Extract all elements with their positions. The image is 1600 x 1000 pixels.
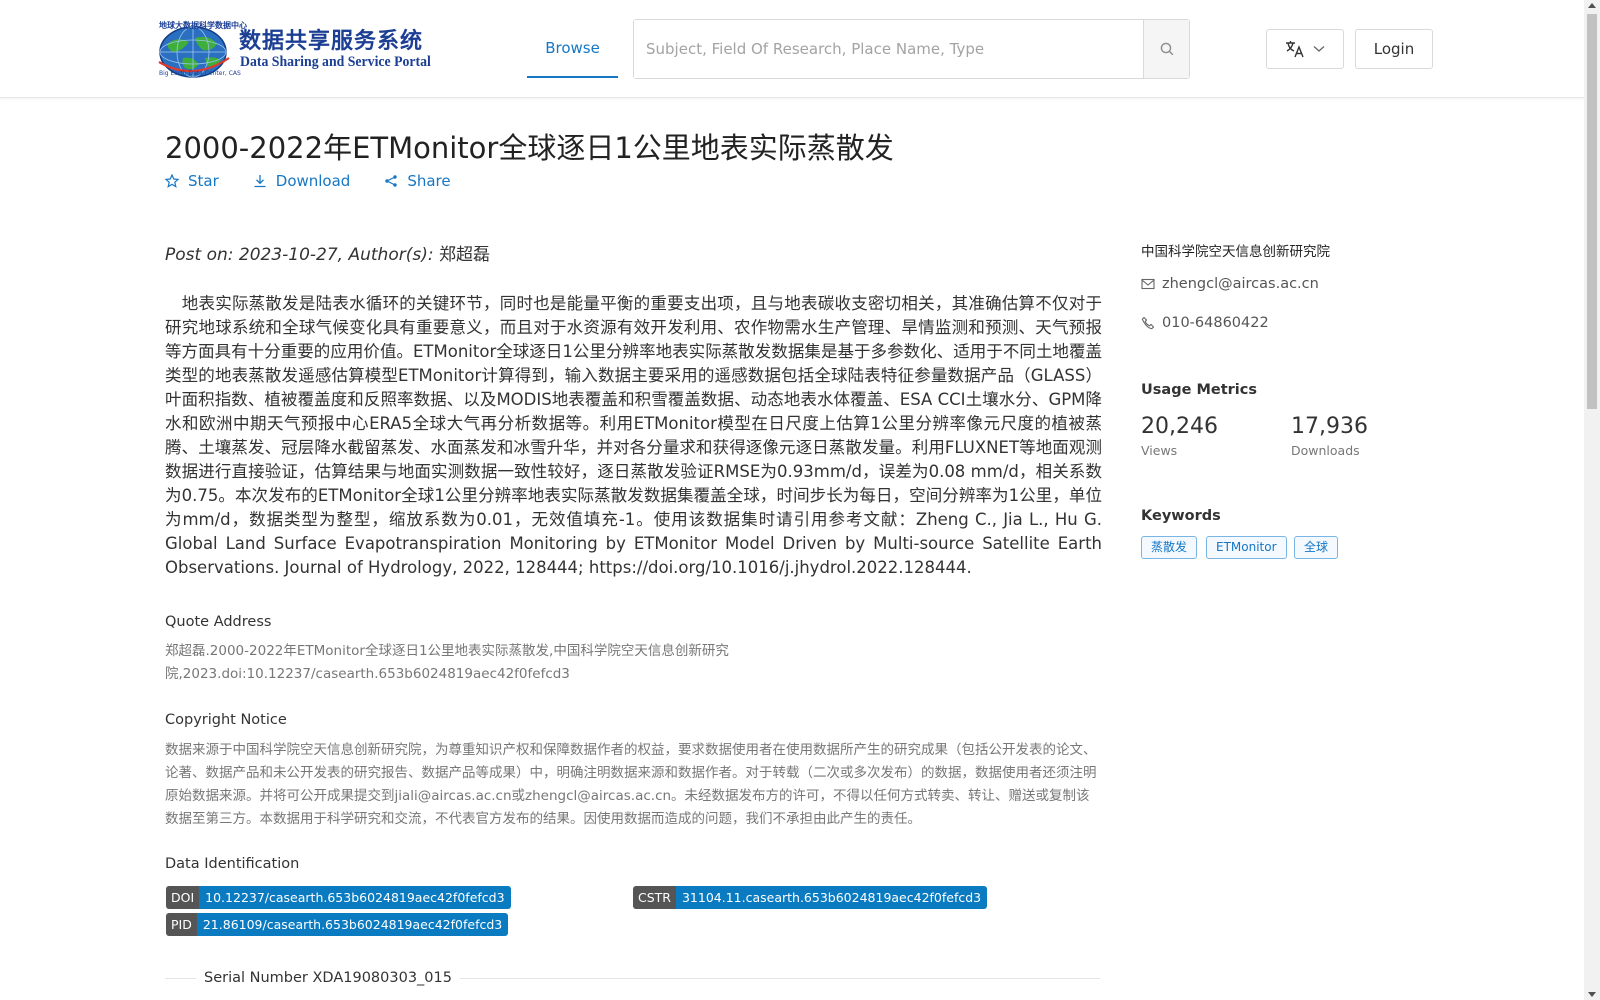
- pid-badge[interactable]: PID 21.86109/casearth.653b6024819aec42f0…: [166, 913, 509, 936]
- keyword-tag[interactable]: 蒸散发: [1141, 536, 1198, 559]
- cstr-badge[interactable]: CSTR 31104.11.casearth.653b6024819aec42f…: [633, 886, 988, 909]
- keyword-tag[interactable]: 全球: [1294, 536, 1339, 559]
- search-input[interactable]: [634, 20, 1143, 78]
- chevron-down-icon: [1313, 46, 1325, 52]
- phone-text: 010-64860422: [1162, 315, 1269, 331]
- login-button[interactable]: Login: [1355, 29, 1433, 69]
- site-logo[interactable]: 地球大数据科学数据中心 Big Earth Data Center, CAS 数…: [153, 20, 443, 80]
- download-icon: [254, 175, 266, 188]
- scrollbar-thumb[interactable]: [1587, 14, 1597, 409]
- search-button[interactable]: [1143, 20, 1189, 78]
- downloads-count: 17,936: [1291, 414, 1368, 439]
- author-name: 郑超磊: [438, 245, 490, 265]
- copyright-text: 数据来源于中国科学院空天信息创新研究院，为尊重知识产权和保障数据作者的权益，要求…: [165, 742, 1097, 827]
- page-scrollbar[interactable]: [1584, 0, 1600, 1000]
- share-icon: [385, 175, 398, 187]
- doi-value: 10.12237/casearth.653b6024819aec42f0fefc…: [199, 886, 511, 909]
- copyright-title: Copyright Notice: [165, 712, 287, 728]
- serial-number: Serial Number XDA19080303_015: [196, 970, 460, 986]
- nav-browse-tab[interactable]: Browse: [527, 0, 618, 78]
- logo-title-cn: 数据共享服务系统: [239, 29, 424, 54]
- action-bar: Star Download Share: [165, 172, 485, 190]
- star-label: Star: [188, 172, 219, 190]
- downloads-label: Downloads: [1291, 443, 1360, 458]
- keywords-title: Keywords: [1141, 508, 1221, 524]
- contact-phone: 010-64860422: [1141, 315, 1269, 331]
- dataset-abstract: 地表实际蒸散发是陆表水循环的关键环节，同时也是能量平衡的重要支出项，且与地表碳收…: [165, 294, 1102, 577]
- keyword-tag[interactable]: ETMonitor: [1206, 536, 1287, 559]
- translate-icon: [1286, 41, 1304, 58]
- contact-email[interactable]: zhengcl@aircas.ac.cn: [1141, 276, 1319, 292]
- download-button[interactable]: Download: [253, 172, 351, 190]
- doi-badge[interactable]: DOI 10.12237/casearth.653b6024819aec42f0…: [166, 886, 511, 909]
- scroll-up-arrow-icon[interactable]: [1588, 3, 1596, 8]
- post-date: Post on: 2023-10-27, Author(s):: [165, 245, 439, 265]
- post-info: Post on: 2023-10-27, Author(s): 郑超磊: [165, 240, 490, 265]
- views-count: 20,246: [1141, 414, 1218, 439]
- quote-title: Quote Address: [165, 614, 272, 630]
- search-bar: [633, 19, 1190, 79]
- pid-key: PID: [166, 913, 197, 936]
- star-icon: [165, 174, 179, 188]
- mail-icon: [1141, 278, 1155, 290]
- quote-text: 郑超磊.2000-2022年ETMonitor全球逐日1公里地表实际蒸散发,中国…: [165, 643, 729, 682]
- logo-ring-text: 地球大数据科学数据中心: [159, 21, 247, 30]
- organization-name: 中国科学院空天信息创新研究院: [1141, 244, 1330, 260]
- doi-key: DOI: [166, 886, 200, 909]
- share-label: Share: [407, 172, 451, 190]
- dataset-title: 2000-2022年ETMonitor全球逐日1公里地表实际蒸散发: [165, 131, 894, 165]
- language-selector[interactable]: [1266, 29, 1344, 69]
- identification-title: Data Identification: [165, 856, 300, 872]
- email-text: zhengcl@aircas.ac.cn: [1162, 276, 1319, 292]
- logo-title-en: Data Sharing and Service Portal: [240, 54, 431, 70]
- pid-value: 21.86109/casearth.653b6024819aec42f0fefc…: [196, 913, 509, 936]
- cstr-value: 31104.11.casearth.653b6024819aec42f0fefc…: [675, 886, 988, 909]
- views-label: Views: [1141, 443, 1178, 458]
- download-label: Download: [275, 172, 351, 190]
- top-header: 地球大数据科学数据中心 Big Earth Data Center, CAS 数…: [0, 0, 1584, 98]
- share-button[interactable]: Share: [384, 172, 451, 190]
- scroll-down-arrow-icon[interactable]: [1588, 992, 1596, 997]
- phone-icon: [1141, 316, 1155, 330]
- usage-metrics-title: Usage Metrics: [1141, 382, 1257, 398]
- cstr-key: CSTR: [633, 886, 676, 909]
- search-icon: [1160, 42, 1173, 56]
- logo-ring-text-en: Big Earth Data Center, CAS: [159, 70, 241, 77]
- star-button[interactable]: Star: [165, 172, 219, 190]
